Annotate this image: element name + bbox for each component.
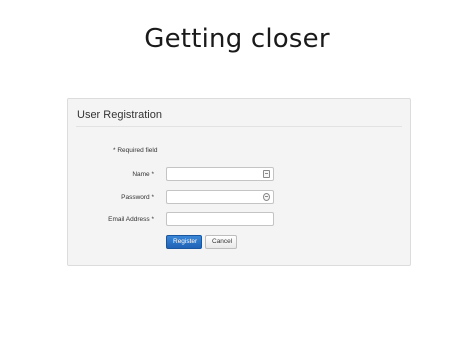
password-label: Password * — [121, 194, 154, 201]
registration-panel: User Registration * Required field Name … — [67, 98, 411, 266]
contact-card-icon — [263, 170, 270, 178]
password-input[interactable] — [166, 190, 274, 204]
key-icon — [263, 193, 270, 201]
name-label: Name * — [132, 171, 154, 178]
email-input[interactable] — [166, 212, 274, 226]
cancel-button[interactable]: Cancel — [205, 235, 237, 249]
name-input[interactable] — [166, 167, 274, 181]
required-field-note: * Required field — [113, 147, 158, 154]
panel-header: User Registration — [77, 109, 162, 121]
register-button[interactable]: Register — [166, 235, 202, 249]
email-label: Email Address * — [108, 216, 154, 223]
header-divider — [76, 126, 402, 127]
slide-title: Getting closer — [144, 24, 330, 54]
